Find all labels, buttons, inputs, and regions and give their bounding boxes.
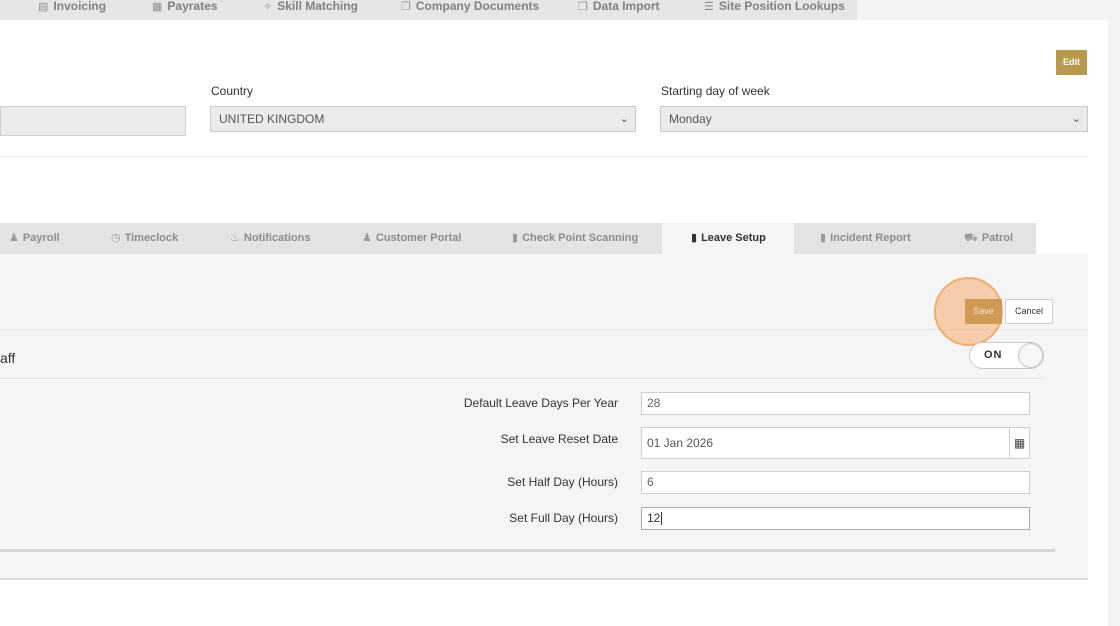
calendar-icon[interactable]: ▦ [1009, 427, 1030, 459]
leave-toggle[interactable]: ON [969, 342, 1044, 369]
tab-payroll[interactable]: ♟ Payroll [9, 223, 60, 254]
nav-item-label: Skill Matching [277, 0, 358, 13]
nav-item-label: Invoicing [53, 0, 107, 13]
crosshair-icon: ✧ [263, 1, 273, 13]
car-icon: ⛟ [964, 232, 978, 244]
bell-icon: ♨ [230, 232, 240, 244]
nav-item-invoicing[interactable]: ▤ Invoicing [38, 0, 106, 14]
country-label: Country [211, 84, 254, 98]
tab-leave-setup[interactable]: ▮ Leave Setup [662, 223, 794, 254]
tab-label: Incident Report [830, 232, 911, 244]
divider [0, 329, 1088, 330]
default-leave-days-label: Default Leave Days Per Year [463, 396, 618, 410]
leave-reset-date-label: Set Leave Reset Date [500, 432, 618, 446]
file-icon: ▮ [820, 232, 827, 244]
page-margin [1108, 20, 1120, 626]
file-icon: ▮ [512, 232, 519, 244]
nav-item-site-position-lookups[interactable]: ☰ Site Position Lookups [704, 0, 845, 14]
full-day-label: Set Full Day (Hours) [509, 511, 618, 525]
full-day-input[interactable]: 12 [641, 507, 1030, 530]
leave-staff-label: aff [0, 350, 16, 366]
user-icon: ♟ [362, 232, 372, 244]
cancel-button[interactable]: Cancel [1005, 299, 1053, 324]
nav-item-label: Site Position Lookups [718, 0, 845, 13]
file-icon: ▮ [691, 232, 698, 244]
text-cursor [661, 512, 663, 526]
leave-setup-panel [0, 254, 1088, 580]
nav-item-payrates[interactable]: ▦ Payrates [152, 0, 217, 14]
tab-notifications[interactable]: ♨ Notifications [230, 223, 311, 254]
start-day-value: Monday [669, 112, 712, 126]
tab-label: Timeclock [124, 232, 179, 244]
save-button[interactable]: Save [965, 299, 1002, 324]
start-day-select[interactable]: Monday ⌄ [660, 106, 1088, 132]
calendar-icon: ▦ [152, 1, 163, 13]
nav-item-label: Data Import [592, 0, 660, 13]
tab-label: Patrol [981, 232, 1014, 244]
half-day-label: Set Half Day (Hours) [507, 475, 618, 489]
list-icon: ☰ [704, 1, 714, 13]
divider [0, 156, 1088, 157]
tab-patrol[interactable]: ⛟ Patrol [964, 223, 1013, 254]
clock-icon: ◷ [111, 232, 121, 244]
start-day-label: Starting day of week [661, 84, 770, 98]
country-select[interactable]: UNITED KINGDOM ⌄ [210, 106, 636, 132]
tab-label: Payroll [22, 232, 60, 244]
leave-reset-date-input[interactable]: 01 Jan 2026 [641, 427, 1010, 459]
user-icon: ♟ [9, 232, 19, 244]
tab-label: Leave Setup [701, 232, 766, 244]
tab-label: Notifications [243, 232, 311, 244]
toggle-knob[interactable] [1018, 343, 1043, 368]
chevron-down-icon: ⌄ [1071, 113, 1081, 125]
nav-item-skill-matching[interactable]: ✧ Skill Matching [263, 0, 358, 14]
invoice-icon: ▤ [38, 1, 49, 13]
nav-item-label: Company Documents [415, 0, 540, 13]
panel-divider [0, 549, 1055, 552]
tab-label: Check Point Scanning [522, 232, 639, 244]
chevron-down-icon: ⌄ [619, 113, 629, 125]
tab-customer-portal[interactable]: ♟ Customer Portal [362, 223, 461, 254]
import-icon: ❐ [578, 1, 588, 13]
half-day-input[interactable]: 6 [641, 471, 1030, 494]
default-leave-days-input[interactable]: 28 [641, 392, 1030, 415]
text-field-partial[interactable] [0, 106, 186, 136]
tab-incident-report[interactable]: ▮ Incident Report [820, 223, 911, 254]
tab-timeclock[interactable]: ◷ Timeclock [111, 223, 178, 254]
toggle-state: ON [984, 349, 1003, 361]
country-value: UNITED KINGDOM [219, 112, 325, 126]
tab-label: Customer Portal [375, 232, 462, 244]
tab-check-point-scanning[interactable]: ▮ Check Point Scanning [512, 223, 638, 254]
top-navigation: ▤ Invoicing ▦ Payrates ✧ Skill Matching ❐ Co… [0, 0, 857, 20]
edit-button[interactable]: Edit [1056, 50, 1087, 75]
nav-item-company-documents[interactable]: ❐ Company Documents [401, 0, 539, 14]
nav-item-label: Payrates [167, 0, 218, 13]
divider [0, 378, 1043, 379]
documents-icon: ❐ [401, 1, 411, 13]
full-day-value: 12 [647, 511, 661, 525]
nav-item-data-import[interactable]: ❐ Data Import [578, 0, 660, 14]
